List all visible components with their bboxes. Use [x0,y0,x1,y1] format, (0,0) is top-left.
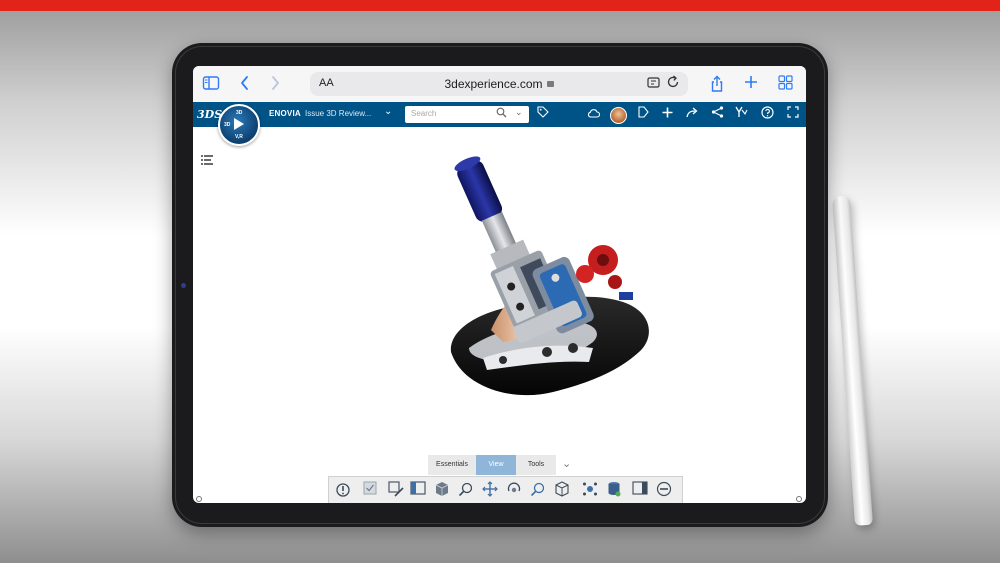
sidebar-icon[interactable] [201,75,221,93]
database-icon[interactable] [605,481,623,499]
address-bar[interactable]: AA 3dexperience.com [310,72,688,96]
play-icon[interactable] [234,118,244,130]
info-dropdown-icon[interactable] [335,481,353,499]
rotate-icon[interactable] [505,481,523,499]
search-input[interactable]: Search [411,109,436,118]
corner-indicator-left [196,496,202,502]
zoom-icon[interactable] [457,481,475,499]
corner-indicator-right [796,496,802,502]
action-bar [328,476,683,503]
collaborate-icon[interactable] [709,106,725,123]
ipad-camera [181,283,186,288]
minus-circle-icon[interactable] [655,481,673,499]
checklist-icon[interactable] [361,481,379,499]
panel-toggle-icon[interactable] [631,481,649,499]
lock-icon [546,81,554,87]
tab-view[interactable]: View [476,455,516,475]
apple-pencil [832,195,873,526]
tag-icon[interactable] [535,106,551,123]
edit-tools-icon[interactable] [387,481,405,499]
document-title[interactable]: Issue 3D Review... [305,109,371,118]
view-orientation-icon[interactable] [553,481,571,499]
compass-left-label: 3D [224,122,231,128]
section-view-icon[interactable] [409,481,427,499]
share-forward-icon[interactable] [684,106,700,123]
render-style-icon[interactable] [433,481,451,499]
safari-toolbar: AA 3dexperience.com [193,66,806,103]
tabs-overview-icon[interactable] [775,75,795,93]
cloud-icon[interactable] [585,106,601,123]
platform-toolbar: 3DS ENOVIA Issue 3D Review... ⌄ Search ⌄ [193,102,806,127]
tab-tools[interactable]: Tools [516,455,556,475]
3d-compass[interactable]: 3D 3D V,R [218,104,260,146]
tab-essentials[interactable]: Essentials [428,455,476,475]
tag-arrow-icon[interactable] [635,106,651,123]
apps-icon[interactable] [733,106,749,123]
user-avatar[interactable] [610,107,627,124]
3ds-logo-icon[interactable]: 3DS [197,107,222,122]
ipad-screen: AA 3dexperience.com 3DS ENOVIA Issue 3D … [193,66,806,503]
reload-icon[interactable] [667,75,680,92]
chevron-down-icon[interactable]: ⌄ [384,106,392,117]
fullscreen-icon[interactable] [785,106,801,123]
help-icon[interactable] [759,106,775,123]
tree-toggle-icon[interactable] [201,154,215,166]
back-icon[interactable] [235,75,255,93]
top-red-banner [0,0,1000,11]
explode-icon[interactable] [581,481,599,499]
3d-model-view[interactable] [443,152,663,412]
app-brand: ENOVIA [269,109,301,118]
compass-bottom-label: V,R [235,134,243,140]
share-icon[interactable] [707,75,727,93]
double-chevron-down-icon[interactable]: ⌄ [562,457,571,470]
pan-icon[interactable] [481,481,499,499]
url-text: 3dexperience.com [444,77,543,91]
search-field[interactable]: Search ⌄ [405,106,529,123]
fit-all-icon[interactable] [529,481,547,499]
add-icon[interactable] [659,106,675,123]
new-tab-icon[interactable] [741,75,761,93]
search-options-chevron-icon[interactable]: ⌄ [515,107,523,118]
compass-top-label: 3D [236,110,243,116]
url-display: 3dexperience.com [310,77,688,91]
forward-icon[interactable] [265,75,285,93]
reader-icon[interactable] [647,76,660,92]
search-icon[interactable] [496,107,507,121]
